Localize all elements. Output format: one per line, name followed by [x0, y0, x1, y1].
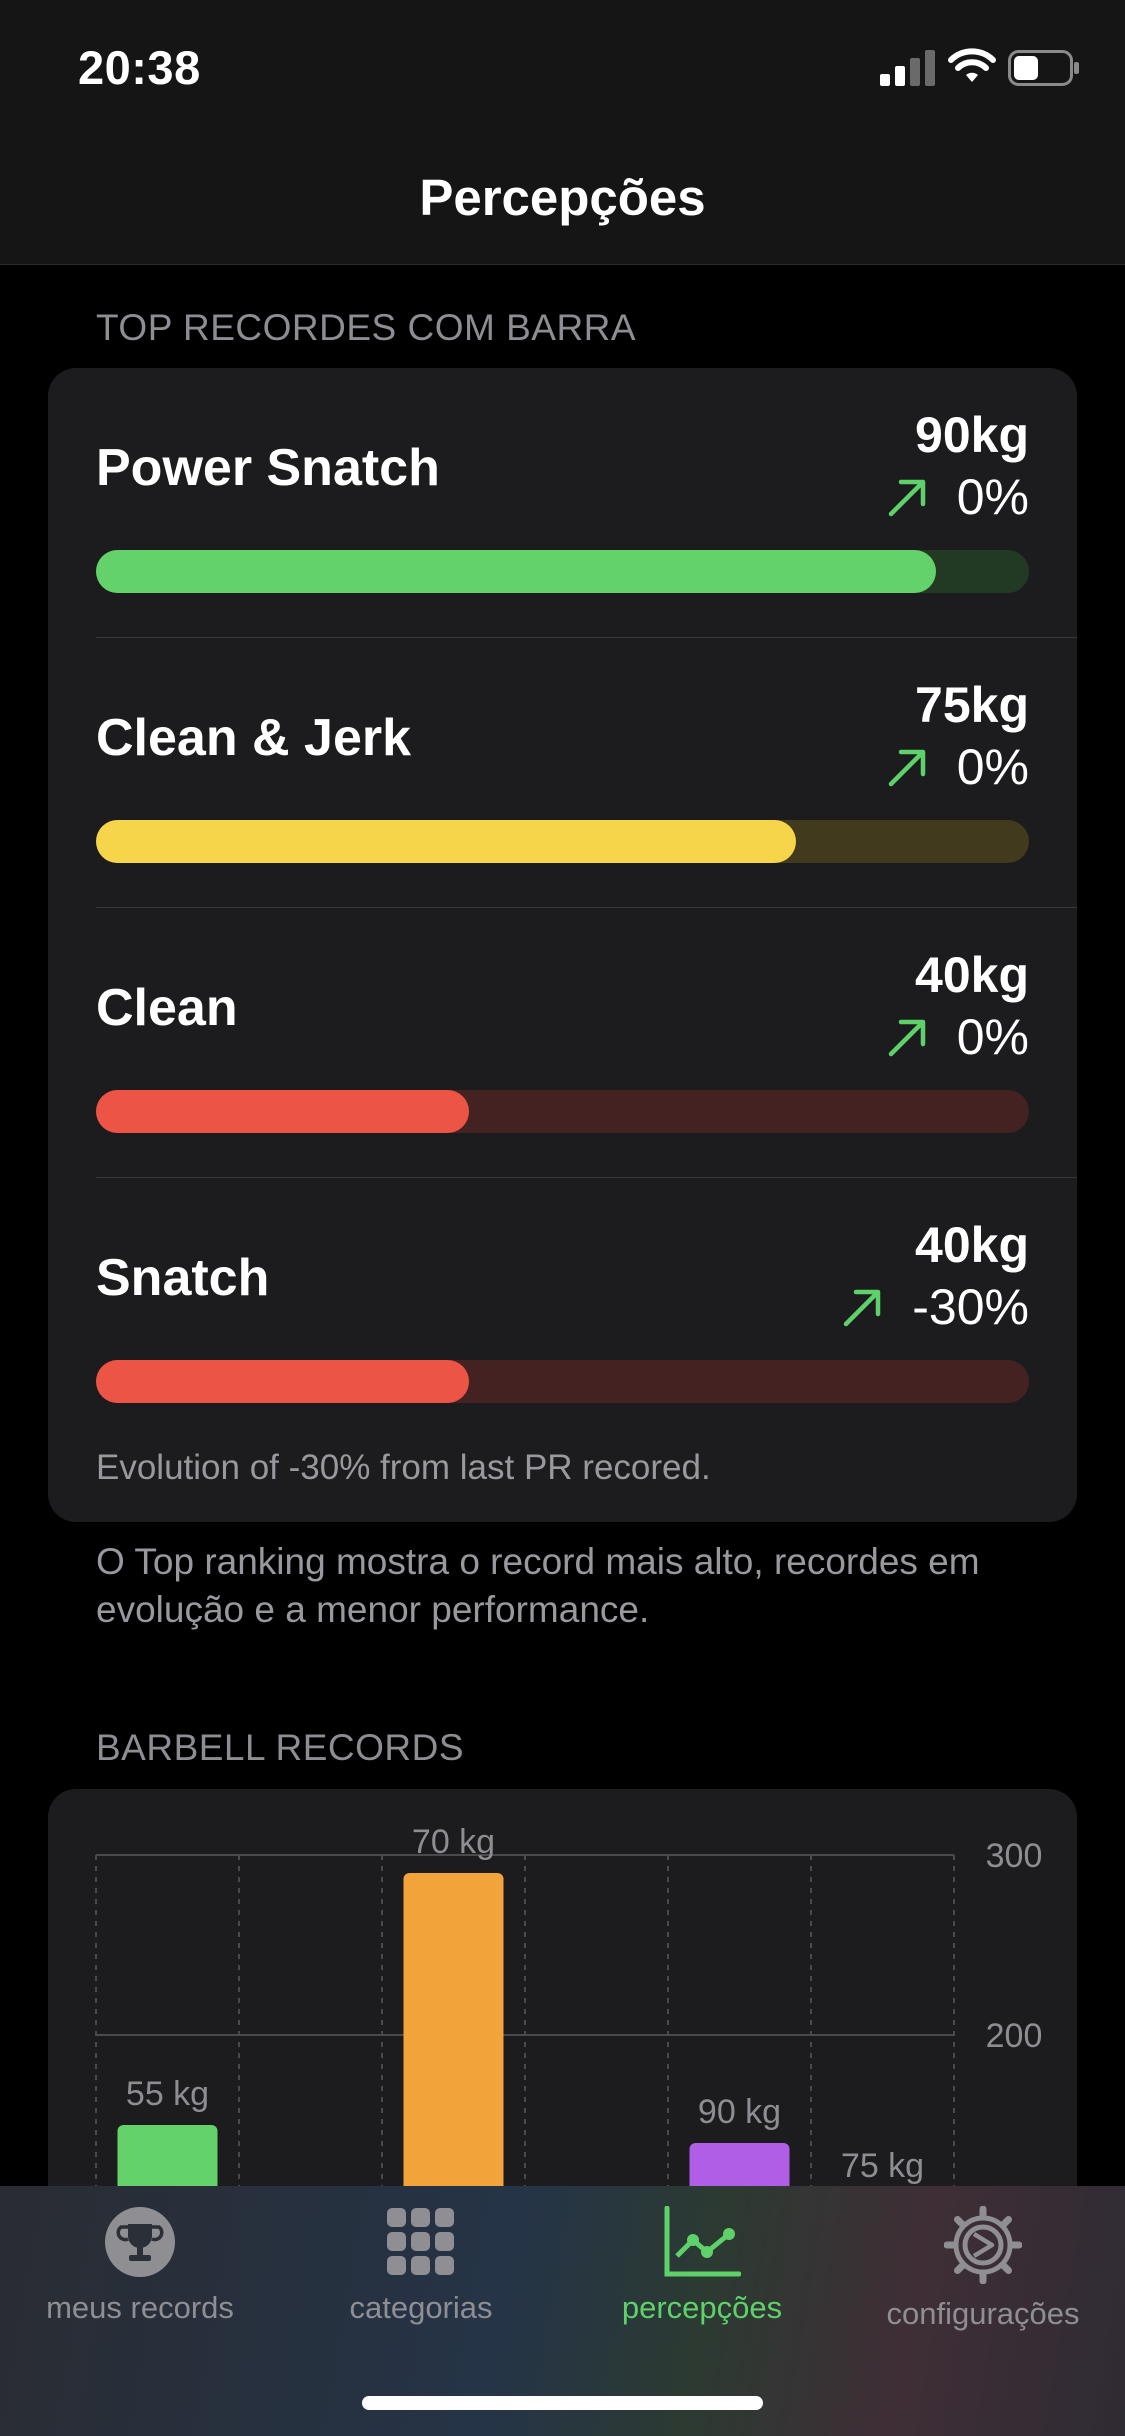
arrow-up-right-icon: [844, 1289, 881, 1327]
record-weight: 40kg: [915, 1217, 1029, 1273]
record-name: Clean: [96, 979, 238, 1037]
progress-bar-track: [96, 820, 1029, 863]
top-records-header: TOP RECORDES COM BARRA: [96, 307, 637, 348]
navigation-bar: Percepções: [0, 140, 1125, 265]
chart-y-tick-label: 300: [986, 1837, 1043, 1875]
tab-label: categorias: [349, 2290, 493, 2325]
arrow-up-right-icon: [888, 479, 925, 517]
chart-bar-label: 55 kg: [126, 2075, 209, 2113]
gear-icon: [944, 2206, 1022, 2284]
chart-bar-label: 75 kg: [841, 2147, 924, 2185]
progress-bar-track: [96, 1090, 1029, 1133]
record-delta: 0%: [887, 738, 1029, 796]
page-title: Percepções: [419, 169, 706, 226]
status-time: 20:38: [78, 41, 201, 94]
chart-bar-label: 90 kg: [698, 2093, 781, 2131]
arrow-up-right-icon: [888, 1019, 925, 1057]
record-weight: 75kg: [915, 677, 1029, 733]
tab-categorias[interactable]: categorias: [281, 2206, 561, 2366]
card-footer-note: Evolution of -30% from last PR recored.: [96, 1448, 711, 1487]
arrow-up-right-icon: [888, 749, 925, 787]
record-delta: 0%: [887, 468, 1029, 526]
chart-bar-label: 70 kg: [412, 1823, 495, 1861]
cellular-signal-icon: [880, 50, 936, 86]
record-delta: 0%: [887, 1008, 1029, 1066]
record-name: Snatch: [96, 1249, 270, 1307]
top-records-card: Power Snatch 90kg 0% Clean & Jerk 75kg 0…: [48, 368, 1077, 1522]
progress-bar-track: [96, 1360, 1029, 1403]
progress-bar-fill: [96, 1360, 470, 1403]
record-row-clean[interactable]: Clean 40kg 0%: [48, 908, 1077, 1178]
progress-bar-fill: [96, 550, 936, 593]
tab-label: meus records: [46, 2290, 234, 2325]
battery-icon: [1008, 50, 1079, 86]
progress-bar-fill: [96, 1090, 470, 1133]
tab-label: percepções: [621, 2290, 783, 2325]
progress-bar-fill: [96, 820, 796, 863]
record-delta: -30%: [842, 1278, 1029, 1336]
tab-percepcoes[interactable]: percepções: [562, 2206, 842, 2366]
record-name: Power Snatch: [96, 439, 440, 497]
status-bar: 20:38: [0, 0, 1125, 140]
tab-meus-records[interactable]: meus records: [0, 2206, 280, 2366]
tab-label: configurações: [886, 2296, 1080, 2331]
progress-bar-track: [96, 550, 1029, 593]
chart-line-icon: [664, 2206, 741, 2277]
wifi-icon: [948, 48, 996, 82]
record-row-snatch[interactable]: Snatch 40kg -30%: [48, 1178, 1077, 1448]
tab-configuracoes[interactable]: configurações: [843, 2206, 1123, 2366]
record-weight: 40kg: [915, 947, 1029, 1003]
chart-y-tick-label: 200: [986, 2017, 1043, 2055]
top-ranking-explanation: O Top ranking mostra o record mais alto,…: [96, 1541, 980, 1630]
trophy-icon: [105, 2207, 175, 2277]
home-indicator: [362, 2396, 763, 2410]
record-weight: 90kg: [915, 407, 1029, 463]
record-row-power-snatch[interactable]: Power Snatch 90kg 0%: [48, 368, 1077, 638]
record-name: Clean & Jerk: [96, 709, 412, 767]
barbell-records-header: BARBELL RECORDS: [96, 1727, 465, 1768]
record-row-clean-jerk[interactable]: Clean & Jerk 75kg 0%: [48, 638, 1077, 908]
grid-icon: [387, 2208, 454, 2275]
